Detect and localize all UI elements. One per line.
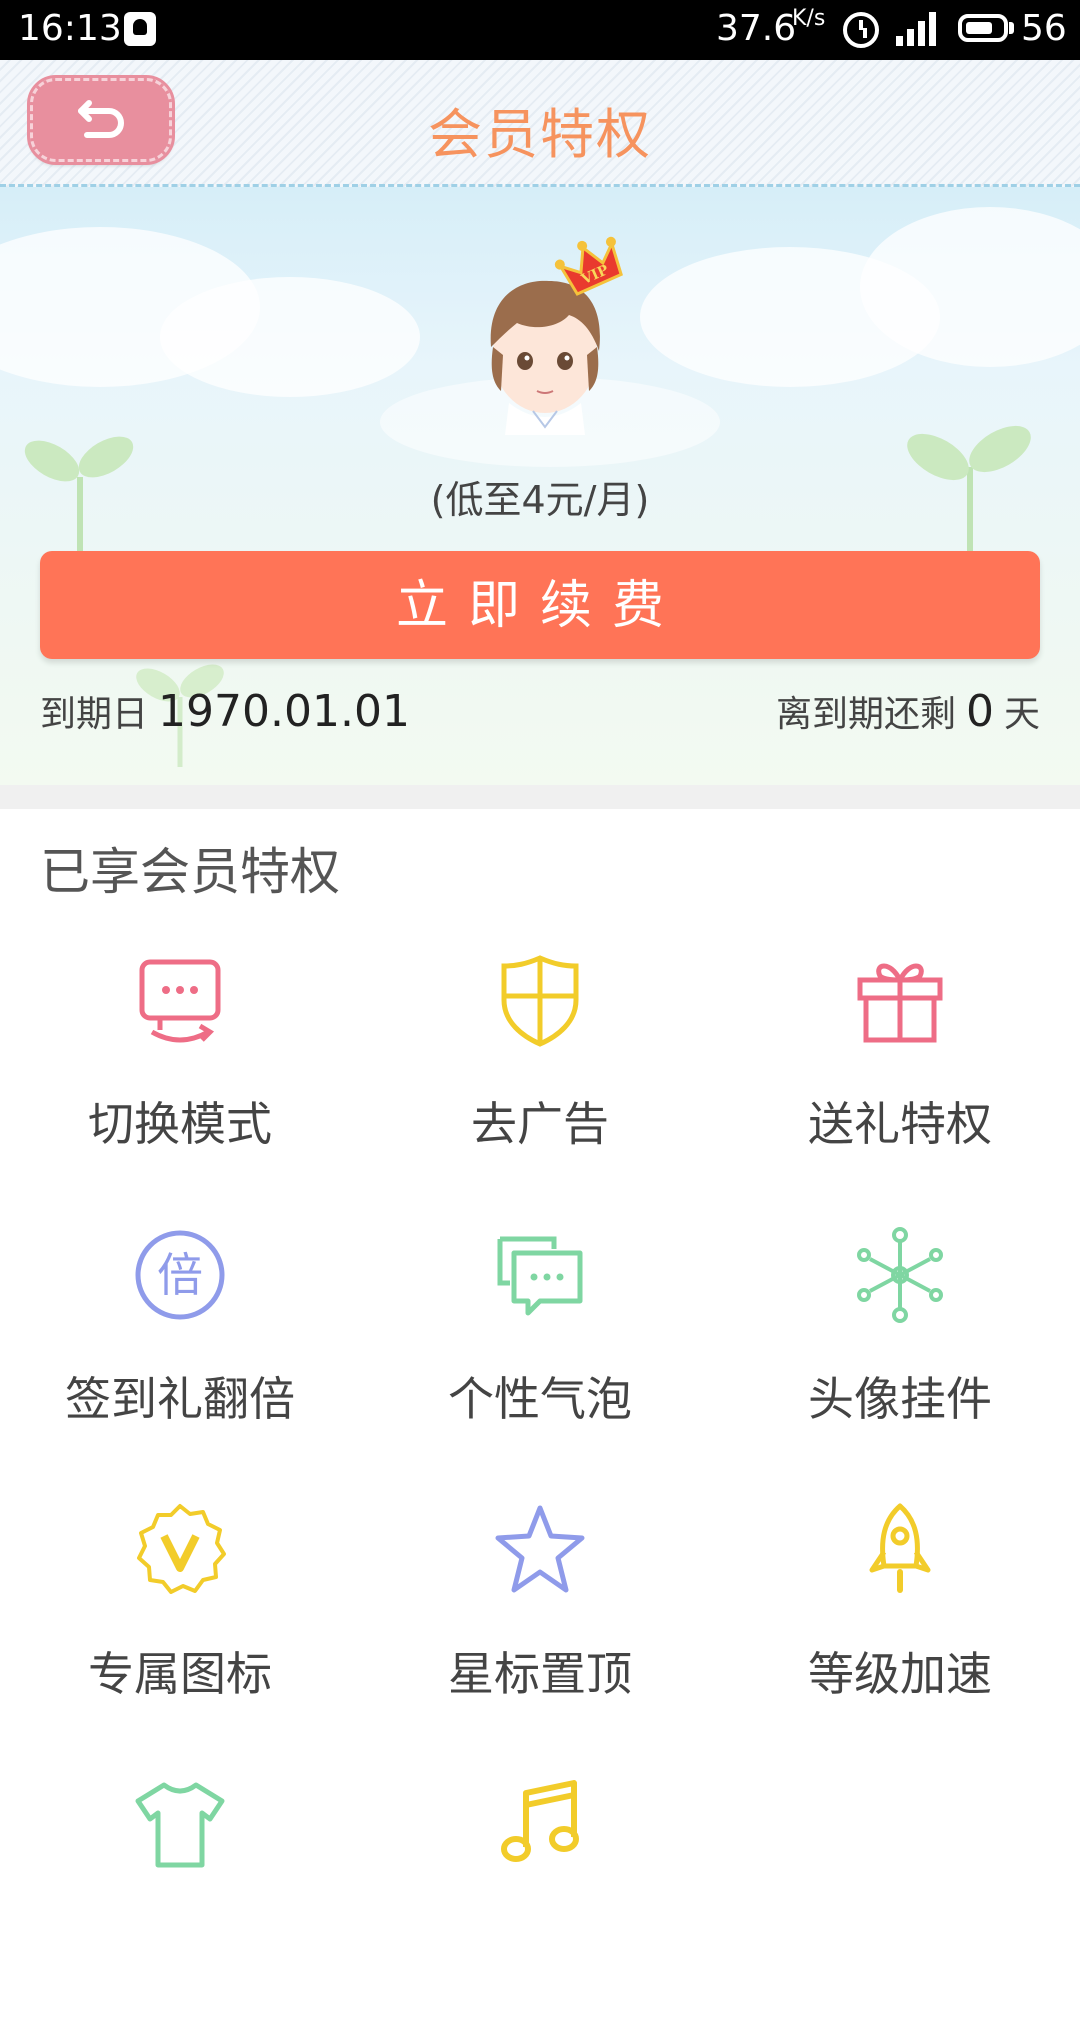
double-icon: 倍 [135, 1230, 225, 1320]
alarm-icon [843, 12, 879, 48]
privilege-gift[interactable]: 送礼特权 [720, 920, 1080, 1195]
renew-now-button[interactable]: 立即续费 [40, 551, 1040, 659]
tshirt-icon [135, 1782, 225, 1868]
privilege-music[interactable] [360, 1745, 720, 2020]
privilege-checkin-double[interactable]: 倍 签到礼翻倍 [0, 1195, 360, 1470]
privilege-label: 切换模式 [88, 1097, 272, 1151]
privilege-label: 送礼特权 [808, 1097, 992, 1151]
privilege-label: 头像挂件 [808, 1372, 992, 1426]
shield-icon [501, 955, 579, 1047]
section-divider [0, 785, 1080, 809]
battery-cap [1009, 22, 1014, 34]
music-note-icon [501, 1780, 579, 1862]
privilege-label: 等级加速 [808, 1647, 992, 1701]
privilege-avatar-pendant[interactable]: 头像挂件 [720, 1195, 1080, 1470]
price-note: (低至4元/月) [430, 478, 650, 522]
remaining-days: 0 [965, 686, 994, 737]
rocket-icon [869, 1503, 931, 1593]
qq-notification-icon [124, 12, 156, 46]
remain-suffix: 天 [1003, 694, 1040, 735]
privilege-switch-mode[interactable]: 切换模式 [0, 920, 360, 1195]
expiry-date: 1970.01.01 [158, 686, 410, 737]
privilege-remove-ads[interactable]: 去广告 [360, 920, 720, 1195]
expiry-label: 到期日 [40, 694, 149, 735]
privilege-exclusive-icon[interactable]: 专属图标 [0, 1470, 360, 1745]
signal-4g-icon [896, 12, 940, 46]
remain-prefix: 离到期还剩 [775, 694, 956, 735]
page-title: 会员特权 [428, 103, 652, 166]
network-speed-unit: K/s [792, 6, 826, 31]
privilege-label: 星标置顶 [448, 1647, 632, 1701]
privilege-label: 去广告 [471, 1097, 609, 1151]
privilege-chat-bubble[interactable]: 个性气泡 [360, 1195, 720, 1470]
privilege-label: 个性气泡 [448, 1372, 632, 1426]
status-bar: 16:13 37.6 K/s 56 [0, 0, 1080, 60]
privileges-section-title: 已享会员特权 [40, 843, 340, 901]
chat-switch-icon [139, 959, 221, 1043]
membership-hero: VIP (低至4元/月) 立即续费 到期日 1970.01.01 离到期还剩 0 天 [0, 187, 1080, 785]
v-badge-icon [137, 1504, 226, 1594]
privilege-level-boost[interactable]: 等级加速 [720, 1470, 1080, 1745]
double-glyph: 倍 [157, 1248, 203, 1302]
cloud-decoration [160, 277, 420, 397]
header-bar: 会员特权 [0, 60, 1080, 187]
avatar[interactable]: VIP [473, 235, 623, 435]
remaining-days-info: 离到期还剩 0 天 [776, 685, 1040, 737]
privilege-outfit[interactable] [0, 1745, 360, 2020]
battery-icon [958, 14, 1008, 42]
battery-level: 56 [1021, 8, 1067, 49]
status-time: 16:13 [18, 8, 122, 49]
privilege-label: 签到礼翻倍 [65, 1372, 295, 1426]
privilege-label: 专属图标 [88, 1647, 272, 1701]
chat-bubbles-icon [497, 1236, 583, 1316]
star-icon [495, 1505, 585, 1593]
snowflake-icon [857, 1227, 943, 1323]
expiry-info: 到期日 1970.01.01 [40, 685, 410, 737]
gift-icon [857, 963, 943, 1043]
privilege-star-top[interactable]: 星标置顶 [360, 1470, 720, 1745]
network-speed: 37.6 [716, 8, 797, 49]
